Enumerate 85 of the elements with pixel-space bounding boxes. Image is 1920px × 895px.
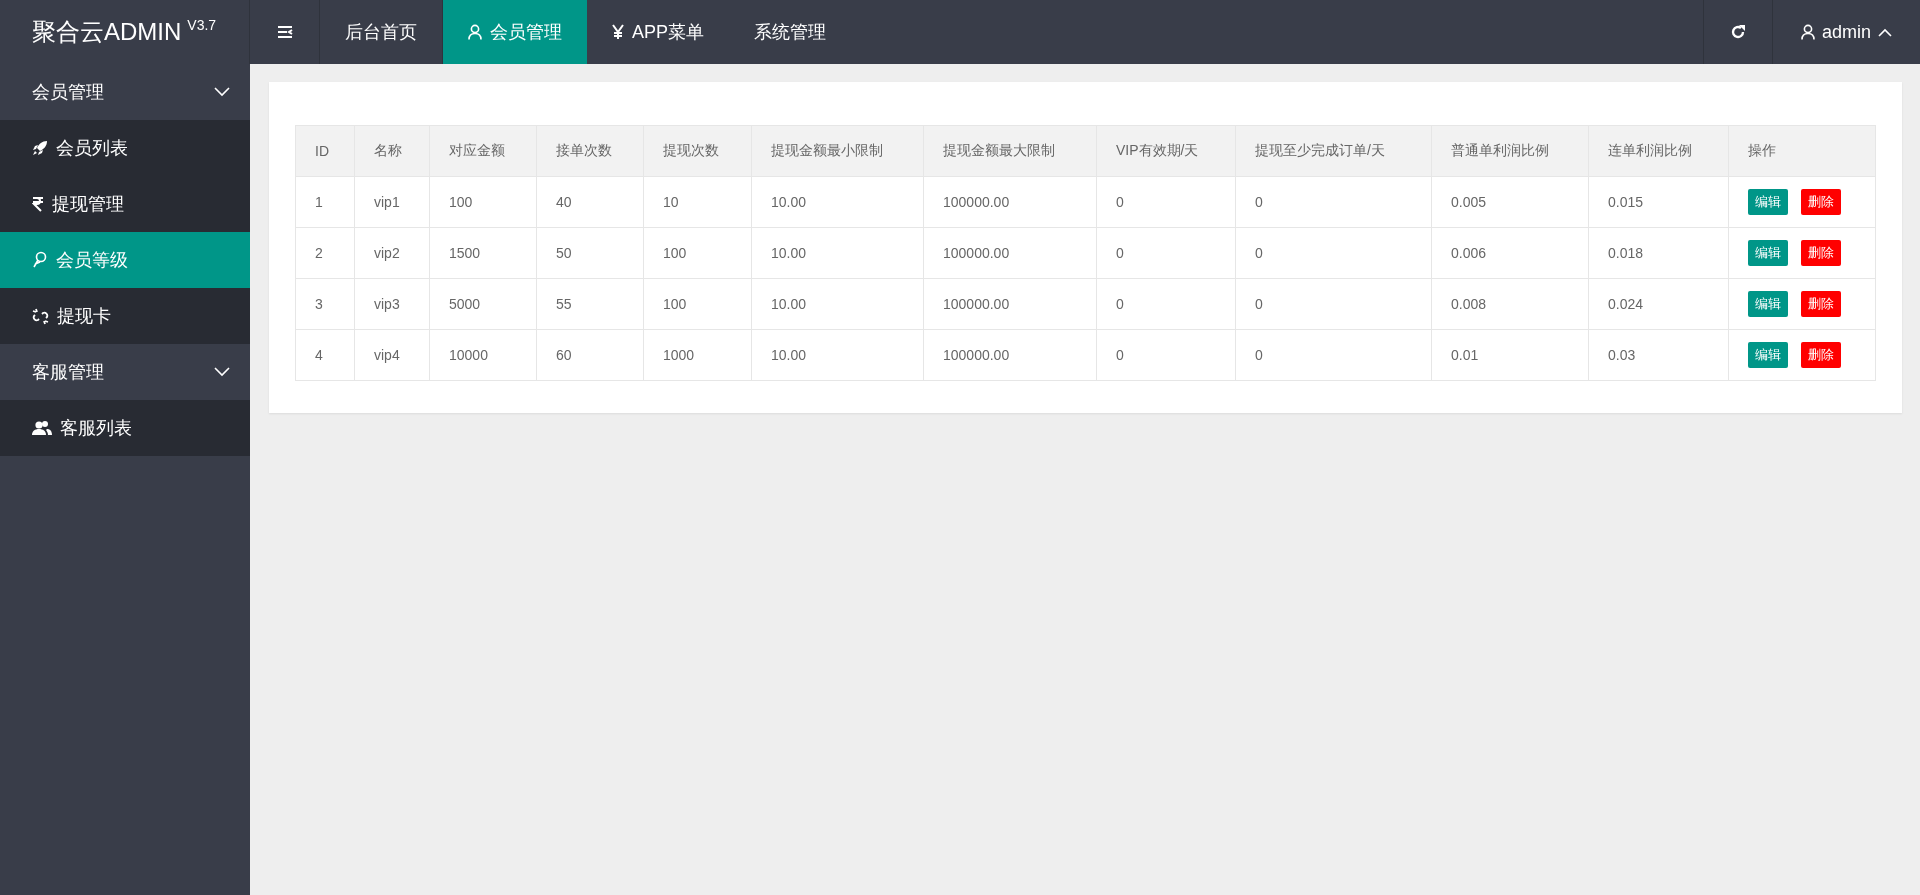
- delete-button[interactable]: 删除: [1801, 342, 1841, 368]
- table-cell: 10000: [429, 329, 537, 381]
- nav-tab[interactable]: 会员管理: [443, 0, 587, 64]
- table-cell: 100: [643, 227, 752, 279]
- column-header: ID: [295, 125, 355, 177]
- column-header: 对应金额: [429, 125, 537, 177]
- table-cell: 100000.00: [923, 227, 1097, 279]
- table-cell: 10.00: [751, 278, 924, 330]
- table-cell: 1: [295, 176, 355, 228]
- unlink-icon: [32, 307, 49, 325]
- table-cell: 0.005: [1431, 176, 1589, 228]
- refresh-button[interactable]: [1703, 0, 1773, 64]
- column-header: 普通单利润比例: [1431, 125, 1589, 177]
- table-cell: 10.00: [751, 227, 924, 279]
- table-cell: 0: [1096, 278, 1236, 330]
- table-cell: 4: [295, 329, 355, 381]
- table-cell: 0.018: [1588, 227, 1729, 279]
- column-header: 连单利润比例: [1588, 125, 1729, 177]
- table-cell: 0: [1096, 329, 1236, 381]
- user-icon: [1801, 24, 1815, 40]
- table-cell: 0.01: [1431, 329, 1589, 381]
- column-header: 接单次数: [536, 125, 644, 177]
- delete-button[interactable]: 删除: [1801, 240, 1841, 266]
- sidebar-item[interactable]: 会员列表: [0, 120, 250, 176]
- table-cell: 10.00: [751, 329, 924, 381]
- table-cell: 100000.00: [923, 278, 1097, 330]
- table-cell: 10.00: [751, 176, 924, 228]
- table-cell: 55: [536, 278, 644, 330]
- table-cell: 60: [536, 329, 644, 381]
- nav-tab[interactable]: 系统管理: [729, 0, 852, 64]
- user-menu-button[interactable]: admin: [1773, 0, 1920, 64]
- table-cell: 100: [643, 278, 752, 330]
- table-cell: 1000: [643, 329, 752, 381]
- table-cell: 0.024: [1588, 278, 1729, 330]
- column-header: VIP有效期/天: [1096, 125, 1236, 177]
- table-cell: 2: [295, 227, 355, 279]
- table-cell: 50: [536, 227, 644, 279]
- table-cell: 0.015: [1588, 176, 1729, 228]
- edit-button[interactable]: 编辑: [1748, 291, 1788, 317]
- table-cell: 10: [643, 176, 752, 228]
- table-cell: vip3: [354, 278, 430, 330]
- column-header: 提现金额最小限制: [751, 125, 924, 177]
- table-cell: 0.008: [1431, 278, 1589, 330]
- sidebar-item[interactable]: 客服列表: [0, 400, 250, 456]
- table-cell: 40: [536, 176, 644, 228]
- table-cell: 100000.00: [923, 176, 1097, 228]
- user-icon: [468, 24, 482, 40]
- column-header: 提现至少完成订单/天: [1235, 125, 1432, 177]
- edit-button[interactable]: 编辑: [1748, 240, 1788, 266]
- table-cell: vip2: [354, 227, 430, 279]
- column-header: 提现次数: [643, 125, 752, 177]
- logo-title: 聚合云ADMIN: [32, 17, 182, 47]
- column-header: 操作: [1728, 125, 1876, 177]
- column-header: 提现金额最大限制: [923, 125, 1097, 177]
- column-header: 名称: [354, 125, 430, 177]
- rocket-icon: [32, 140, 48, 156]
- table-cell: 1500: [429, 227, 537, 279]
- table-cell: vip1: [354, 176, 430, 228]
- table-cell: 0: [1235, 176, 1432, 228]
- table-cell: vip4: [354, 329, 430, 381]
- edit-button[interactable]: 编辑: [1748, 189, 1788, 215]
- table-cell: 0.006: [1431, 227, 1589, 279]
- table-cell: 0: [1235, 227, 1432, 279]
- sidebar-item[interactable]: 提现卡: [0, 288, 250, 344]
- table-cell: 100: [429, 176, 537, 228]
- sidebar-item[interactable]: 会员等级: [0, 232, 250, 288]
- table-cell: 0: [1235, 329, 1432, 381]
- table-cell: 0: [1096, 176, 1236, 228]
- edit-button[interactable]: 编辑: [1748, 342, 1788, 368]
- menu-icon: [276, 25, 293, 39]
- table-cell: 5000: [429, 278, 537, 330]
- table-cell: 3: [295, 278, 355, 330]
- refresh-icon: [1729, 23, 1747, 41]
- nav-tab[interactable]: APP菜单: [587, 0, 730, 64]
- rupee-icon: [32, 196, 44, 212]
- sidebar-item[interactable]: 提现管理: [0, 176, 250, 232]
- delete-button[interactable]: 删除: [1801, 189, 1841, 215]
- table-cell: 100000.00: [923, 329, 1097, 381]
- yen-icon: [612, 24, 624, 40]
- table-cell: 0: [1235, 278, 1432, 330]
- users-icon: [32, 420, 52, 436]
- version-label: V3.7: [187, 17, 217, 33]
- table-cell: 0.03: [1588, 329, 1729, 381]
- table-cell: 0: [1096, 227, 1236, 279]
- delete-button[interactable]: 删除: [1801, 291, 1841, 317]
